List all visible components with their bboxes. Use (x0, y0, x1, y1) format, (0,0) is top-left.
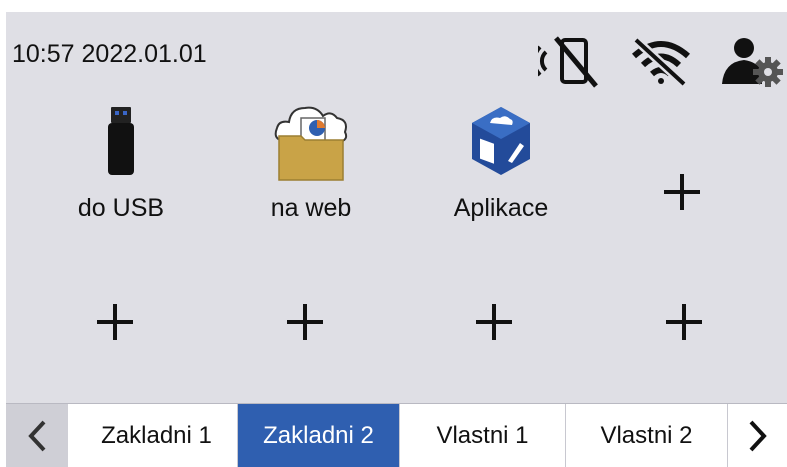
tab-vlastni-1[interactable]: Vlastni 1 (400, 404, 566, 467)
tab-vlastni-2[interactable]: Vlastni 2 (566, 404, 728, 467)
apps-cube-icon (472, 107, 530, 175)
status-bar: 10:57 2022.01.01 (6, 12, 787, 92)
tab-bar: Zakladni 1 Zakladni 2 Vlastni 1 Vlastni … (6, 403, 787, 467)
datetime: 10:57 2022.01.01 (12, 40, 207, 68)
nfc-disabled-icon[interactable] (538, 36, 602, 88)
shortcut-web[interactable]: na web (216, 92, 406, 242)
screen: 10:57 2022.01.01 do USB na web Aplikace … (6, 12, 787, 467)
usb-drive-icon (108, 107, 134, 175)
tab-zakladni-2[interactable]: Zakladni 2 (238, 404, 400, 467)
chevron-left-icon (28, 420, 46, 451)
shortcut-apps[interactable]: Aplikace (406, 92, 596, 242)
add-shortcut-button[interactable] (666, 304, 702, 340)
next-page-button[interactable] (728, 404, 787, 467)
tab-zakladni-1[interactable]: Zakladni 1 (76, 404, 238, 467)
shortcut-grid: do USB na web Aplikace (6, 92, 787, 402)
chevron-right-icon (749, 420, 767, 451)
wifi-off-icon[interactable] (630, 36, 692, 86)
add-shortcut-button[interactable] (97, 304, 133, 340)
shortcut-label: do USB (77, 194, 165, 222)
add-shortcut-button[interactable] (664, 174, 700, 210)
prev-page-button[interactable] (6, 404, 68, 467)
user-settings-icon[interactable] (718, 36, 784, 88)
add-shortcut-button[interactable] (287, 304, 323, 340)
add-shortcut-button[interactable] (476, 304, 512, 340)
shortcut-label: Aplikace (453, 194, 549, 222)
cloud-folder-icon (274, 106, 348, 181)
shortcut-label: na web (270, 194, 352, 222)
shortcut-usb[interactable]: do USB (26, 92, 216, 242)
